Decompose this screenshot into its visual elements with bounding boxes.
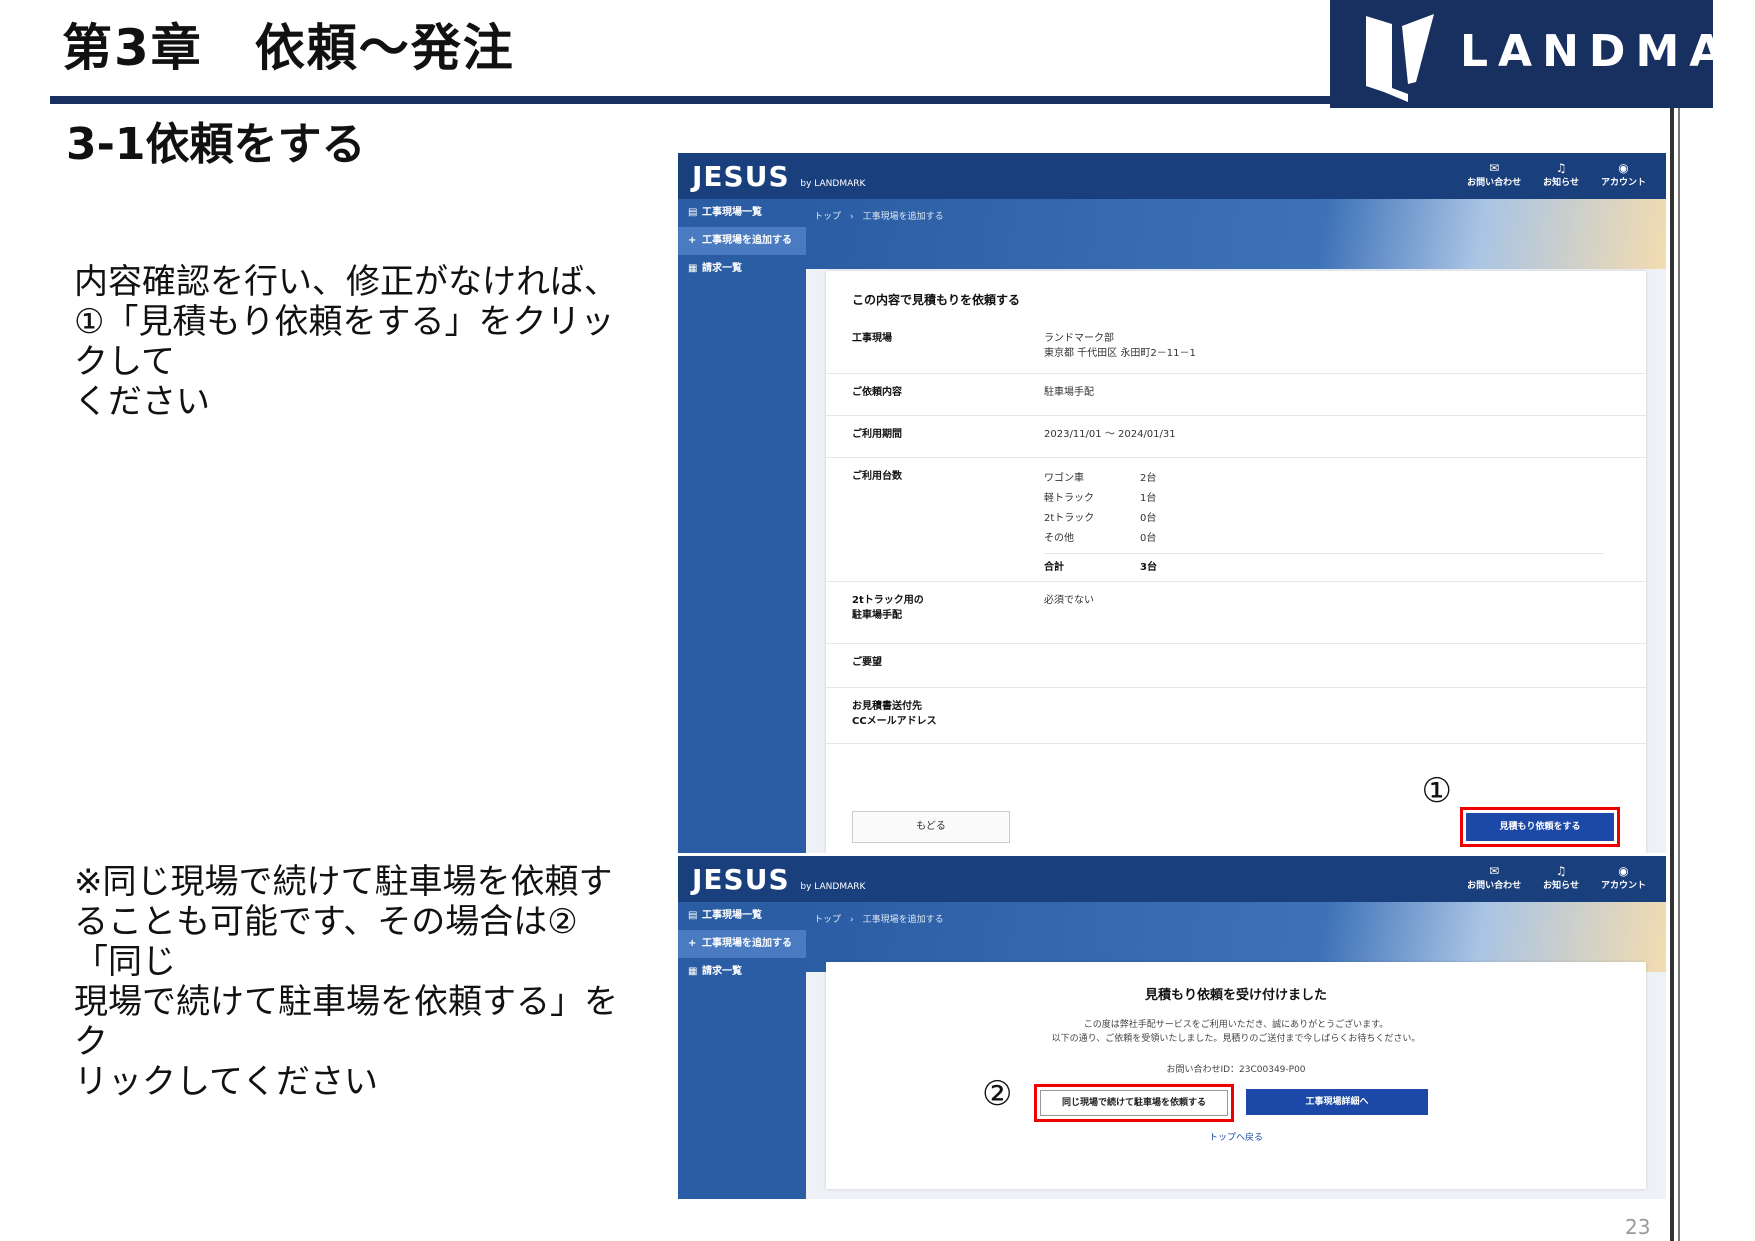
row-period: ご利用期間 2023/11/01 ～ 2024/01/31 — [826, 415, 1646, 458]
back-to-top-link[interactable]: トップへ戻る — [826, 1130, 1646, 1143]
instruction-line: 内容確認を行い、修正がなければ、 — [74, 262, 618, 302]
count-item: その他 0台 — [1044, 533, 1157, 544]
mail-icon: ✉ — [1489, 864, 1500, 878]
row-value: 駐車場手配 — [1044, 387, 1094, 398]
confirm-card: この内容で見積もりを依頼する 工事現場 ランドマーク部 東京都 千代田区 永田町2… — [826, 271, 1646, 853]
sidebar-item-invoices[interactable]: ▦ 請求一覧 — [678, 958, 806, 986]
logo-text: LANDMARK — [1460, 26, 1755, 77]
landmark-logo-icon — [1366, 14, 1434, 102]
sidebar-item-sites[interactable]: ▤ 工事現場一覧 — [678, 902, 806, 930]
row-site: 工事現場 ランドマーク部 東京都 千代田区 永田町2－11－1 — [826, 319, 1646, 374]
breadcrumb[interactable]: トップ › 工事現場を追加する — [814, 912, 944, 925]
sidebar-item-add-site[interactable]: + 工事現場を追加する — [678, 227, 806, 255]
row-label: ご依頼内容 — [852, 387, 902, 398]
bell-icon: ♫ — [1555, 161, 1567, 175]
row-label: お見積書送付先 CCメールアドレス — [852, 701, 937, 727]
row-label: 2tトラック用の 駐車場手配 — [852, 595, 924, 621]
note-line: リックしてください — [74, 1062, 378, 1102]
instruction-line: ①「見積もり依頼をする」をクリックして — [74, 302, 615, 382]
row-request: ご依頼内容 駐車場手配 — [826, 373, 1646, 416]
document-icon: ▦ — [688, 966, 698, 977]
note-text: ※同じ現場で続けて駐車場を依頼す ることも可能です、その場合は②「同じ 現場で続… — [74, 862, 634, 1102]
account-icon: ◉ — [1618, 864, 1629, 878]
site-detail-button[interactable]: 工事現場詳細へ — [1246, 1089, 1428, 1115]
row-label: ご利用台数 — [852, 471, 902, 482]
done-message: この度は弊社手配サービスをご利用いただき、誠にありがとうございます。 以下の通り、… — [1051, 1020, 1421, 1044]
logo-block: LANDMARK — [1330, 0, 1755, 108]
marker-1: ① — [1421, 771, 1452, 811]
count-total: 合計 3台 — [1044, 553, 1604, 573]
inquiry-id: お問い合わせID：23C00349-P00 — [1166, 1065, 1306, 1075]
account-icon: ◉ — [1618, 161, 1629, 175]
section-title: 3-1依頼をする — [66, 119, 366, 170]
app-header: JESUS by LANDMARK ✉ お問い合わせ ♫ お知らせ ◉ アカウント — [678, 856, 1666, 902]
sidebar-item-invoices[interactable]: ▦ 請求一覧 — [678, 255, 806, 283]
right-rule-thin — [1678, 108, 1680, 1241]
bell-icon: ♫ — [1555, 864, 1567, 878]
nav-account[interactable]: ◉ アカウント — [1601, 161, 1646, 188]
note-line: ることも可能です、その場合は②「同じ — [74, 902, 578, 982]
app-logo[interactable]: JESUS by LANDMARK — [692, 863, 865, 896]
row-label: ご要望 — [852, 657, 882, 668]
nav-notice[interactable]: ♫ お知らせ — [1543, 161, 1579, 188]
sidebar: ▤ 工事現場一覧 + 工事現場を追加する ▦ 請求一覧 — [678, 902, 806, 1199]
main-area: トップ › 工事現場を追加する 見積もり依頼を受け付けました この度は弊社手配サ… — [806, 902, 1666, 1199]
app-logo[interactable]: JESUS by LANDMARK — [692, 160, 865, 193]
marker-2: ② — [982, 1074, 1013, 1114]
plus-icon: + — [688, 235, 697, 246]
done-card: 見積もり依頼を受け付けました この度は弊社手配サービスをご利用いただき、誠にあり… — [826, 962, 1646, 1189]
done-screenshot: JESUS by LANDMARK ✉ お問い合わせ ♫ お知らせ ◉ アカウント ▤… — [678, 856, 1666, 1199]
confirm-screenshot: JESUS by LANDMARK ✉ お問い合わせ ♫ お知らせ ◉ アカウント ▤… — [678, 153, 1666, 853]
title-rule — [50, 96, 1336, 104]
instruction-line: ください — [74, 382, 210, 422]
header-nav: ✉ お問い合わせ ♫ お知らせ ◉ アカウント — [1467, 864, 1646, 891]
document-icon: ▦ — [688, 263, 698, 274]
back-button[interactable]: もどる — [852, 811, 1010, 843]
breadcrumb[interactable]: トップ › 工事現場を追加する — [814, 209, 944, 222]
nav-contact[interactable]: ✉ お問い合わせ — [1467, 161, 1521, 188]
nav-account[interactable]: ◉ アカウント — [1601, 864, 1646, 891]
nav-notice[interactable]: ♫ お知らせ — [1543, 864, 1579, 891]
right-rule — [1670, 108, 1674, 1241]
sidebar-item-sites[interactable]: ▤ 工事現場一覧 — [678, 199, 806, 227]
row-request-note: ご要望 — [826, 643, 1646, 688]
page-number: 23 — [1625, 1215, 1651, 1239]
row-cc-email: お見積書送付先 CCメールアドレス — [826, 687, 1646, 744]
note-line: 現場で続けて駐車場を依頼する」をク — [74, 982, 618, 1062]
count-item: ワゴン車 2台 — [1044, 473, 1157, 484]
row-label: ご利用期間 — [852, 429, 902, 440]
banner: トップ › 工事現場を追加する — [806, 199, 1666, 269]
mail-icon: ✉ — [1489, 161, 1500, 175]
row-value: 2023/11/01 ～ 2024/01/31 — [1044, 429, 1176, 440]
app-header: JESUS by LANDMARK ✉ お問い合わせ ♫ お知らせ ◉ アカウント — [678, 153, 1666, 199]
sidebar: ▤ 工事現場一覧 + 工事現場を追加する ▦ 請求一覧 — [678, 199, 806, 853]
plus-icon: + — [688, 938, 697, 949]
list-icon: ▤ — [688, 207, 698, 218]
chapter-title: 第3章 依頼～発注 — [62, 19, 515, 77]
sidebar-item-add-site[interactable]: + 工事現場を追加する — [678, 930, 806, 958]
row-value: ランドマーク部 東京都 千代田区 永田町2－11－1 — [1044, 333, 1196, 359]
note-line: ※同じ現場で続けて駐車場を依頼す — [74, 862, 613, 902]
list-icon: ▤ — [688, 910, 698, 921]
header-nav: ✉ お問い合わせ ♫ お知らせ ◉ アカウント — [1467, 161, 1646, 188]
request-quote-button[interactable]: 見積もり依頼をする — [1460, 807, 1620, 847]
row-count: ご利用台数 ワゴン車 2台 軽トラック 1台 2tトラック 0台 その他 0台 合計 3台 — [826, 457, 1646, 582]
main-area: トップ › 工事現場を追加する この内容で見積もりを依頼する 工事現場 ランドマ… — [806, 199, 1666, 853]
same-site-request-button[interactable]: 同じ現場で続けて駐車場を依頼する — [1034, 1084, 1234, 1122]
done-title: 見積もり依頼を受け付けました — [1144, 988, 1327, 1003]
count-item: 2tトラック 0台 — [1044, 513, 1157, 524]
row-value: 必須でない — [1044, 595, 1094, 606]
card-title: この内容で見積もりを依頼する — [852, 293, 1021, 307]
instruction-text: 内容確認を行い、修正がなければ、 ①「見積もり依頼をする」をクリックして くださ… — [74, 262, 634, 422]
count-item: 軽トラック 1台 — [1044, 493, 1157, 504]
nav-contact[interactable]: ✉ お問い合わせ — [1467, 864, 1521, 891]
row-label: 工事現場 — [852, 333, 892, 344]
row-2t-parking: 2tトラック用の 駐車場手配 必須でない — [826, 581, 1646, 644]
